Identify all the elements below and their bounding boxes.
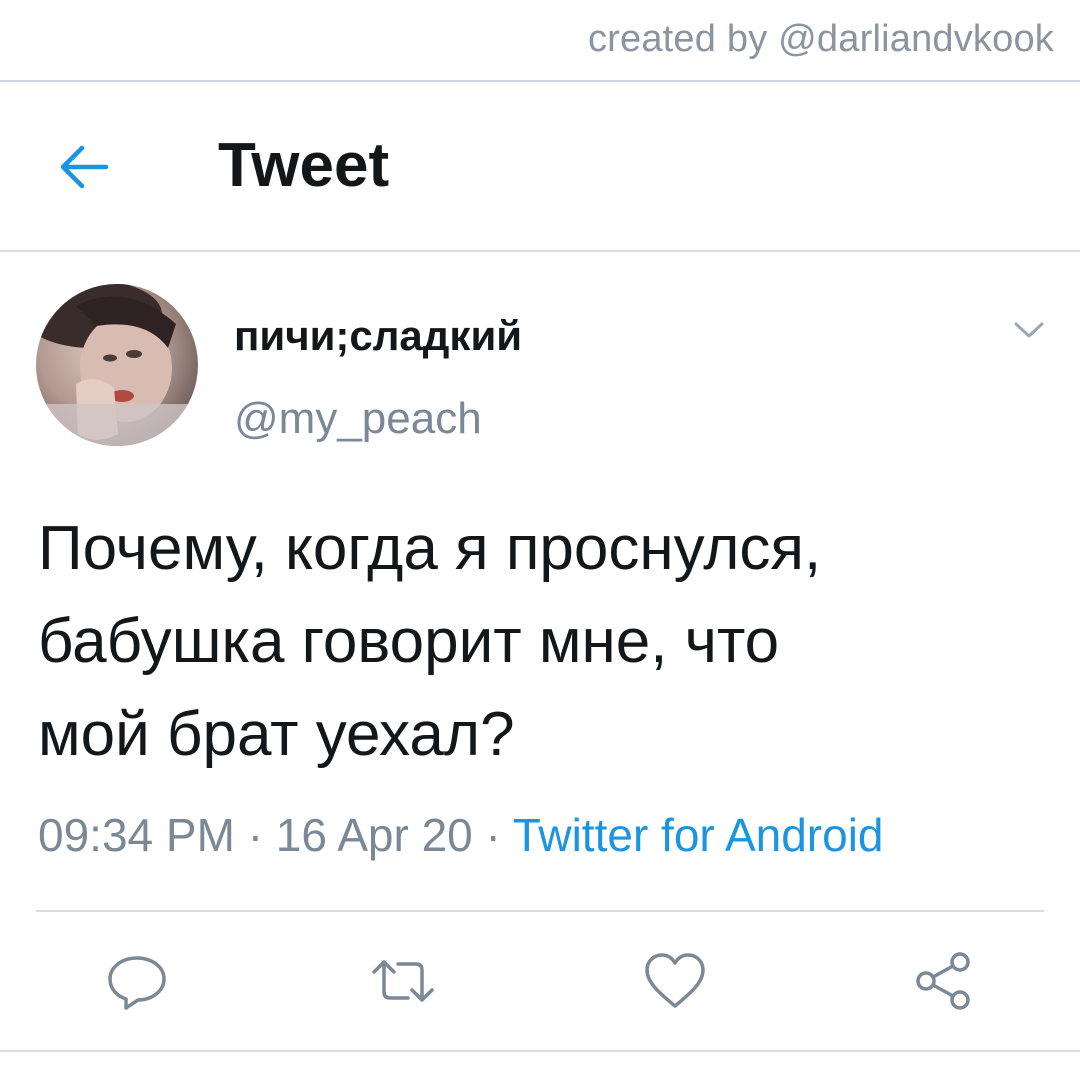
top-app-bar: Tweet xyxy=(0,82,1080,250)
author-display-name[interactable]: пичи;сладкий xyxy=(234,312,522,360)
page-title: Tweet xyxy=(218,131,390,200)
watermark: created by @darliandvkook xyxy=(587,18,1054,60)
reply-button[interactable] xyxy=(102,946,172,1016)
meta-separator: · xyxy=(485,809,501,861)
chevron-down-icon xyxy=(1014,322,1044,338)
tweet-text-line: мой брат уехал? xyxy=(38,700,515,769)
meta-separator: · xyxy=(247,809,264,861)
back-button[interactable] xyxy=(54,136,116,198)
header-divider xyxy=(0,250,1080,252)
like-icon xyxy=(645,953,705,1008)
retweet-icon xyxy=(372,960,434,1002)
avatar-image xyxy=(36,284,198,446)
share-icon xyxy=(916,952,970,1010)
tweet-meta: 09:34 PM · 16 Apr 20 · Twitter for Andro… xyxy=(38,808,884,862)
meta-divider xyxy=(36,910,1044,912)
tweet-text-line: бабушка говорит мне, что xyxy=(38,607,780,676)
reply-icon xyxy=(108,956,166,1010)
action-bar xyxy=(0,946,1080,1016)
arrow-left-icon xyxy=(60,145,109,189)
avatar[interactable] xyxy=(36,284,198,446)
tweet-source-link[interactable]: Twitter for Android xyxy=(513,809,884,861)
share-button[interactable] xyxy=(908,946,978,1016)
more-options-button[interactable] xyxy=(1008,312,1050,346)
tweet-text-line: Почему, когда я проснулся, xyxy=(38,514,822,583)
author-handle[interactable]: @my_peach xyxy=(234,394,482,444)
tweet-time: 09:34 PM xyxy=(38,809,235,861)
tweet-date: 16 Apr 20 xyxy=(275,809,473,861)
retweet-button[interactable] xyxy=(368,946,438,1016)
like-button[interactable] xyxy=(640,946,710,1016)
tweet-text: Почему, когда я проснулся, бабушка говор… xyxy=(38,502,1048,781)
bottom-divider xyxy=(0,1050,1080,1052)
